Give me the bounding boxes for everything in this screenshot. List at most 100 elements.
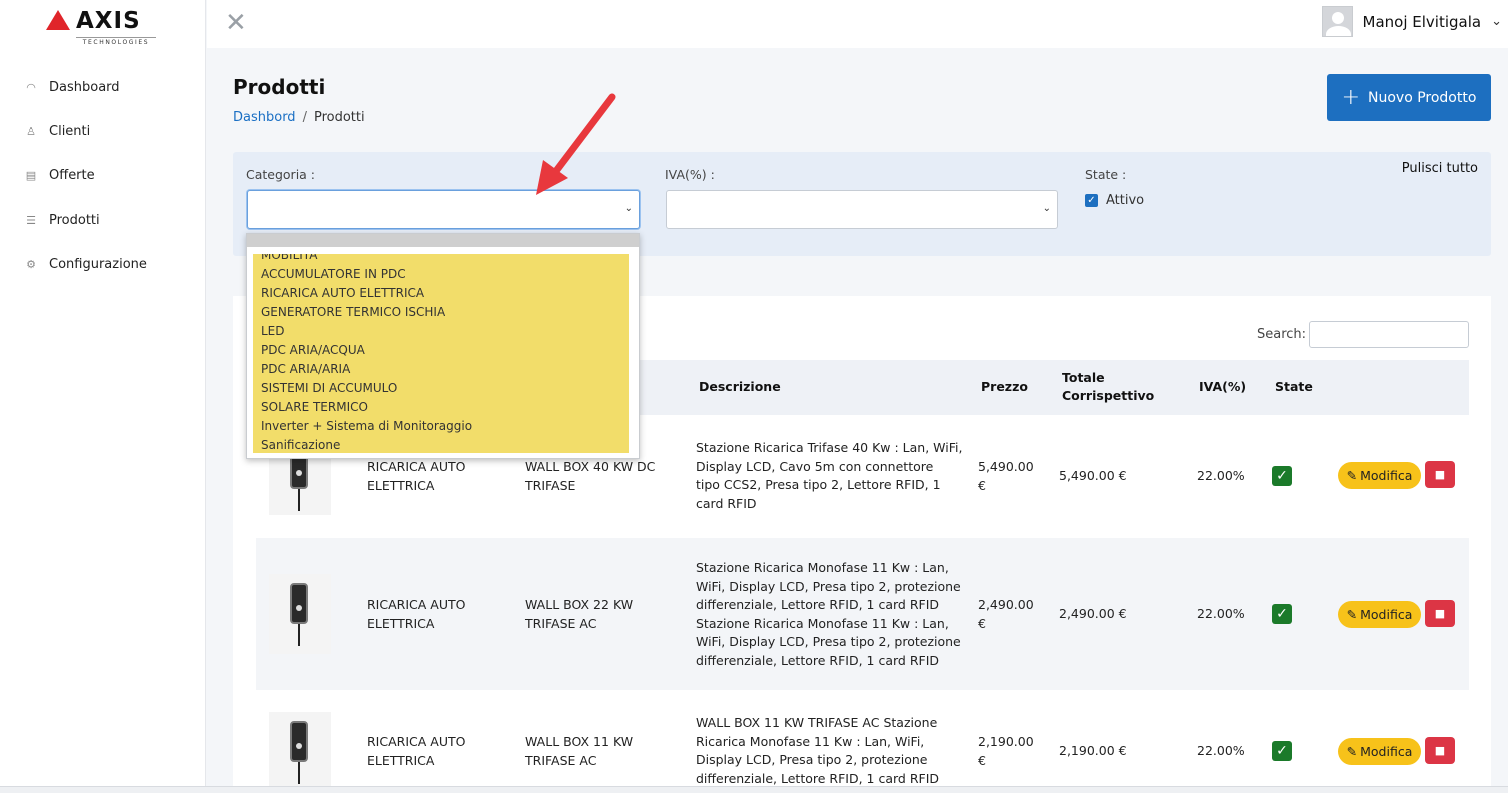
modifica-button[interactable]: ✎ Modifica — [1338, 462, 1421, 489]
product-description: WALL BOX 11 KW TRIFASE AC Stazione Ricar… — [696, 714, 939, 788]
name-line: TRIFASE AC — [525, 615, 597, 631]
breadcrumb-current: Prodotti — [313, 110, 365, 125]
description-line: Stazione Ricarica Trifase 40 Kw : Lan, W… — [696, 440, 963, 455]
header-totale-line1: Totale — [1062, 370, 1105, 385]
product-description: Stazione Ricarica Trifase 40 Kw : Lan, W… — [696, 439, 962, 513]
delete-button[interactable]: ■ — [1425, 461, 1455, 488]
product-iva: 22.00% — [1197, 468, 1245, 483]
sidebar: AXIS TECHNOLOGIES ◠ Dashboard ♙ Clienti … — [0, 0, 206, 793]
price-line: 2,190.00 — [978, 734, 1034, 749]
modifica-button[interactable]: ✎ Modifica — [1338, 601, 1421, 628]
dropdown-option[interactable]: Sanificazione — [253, 436, 629, 453]
check-icon: ✓ — [1087, 195, 1096, 206]
horizontal-scrollbar[interactable] — [0, 786, 1508, 793]
new-product-label: Nuovo Prodotto — [1368, 89, 1477, 106]
iva-label: IVA(%) : — [665, 167, 715, 182]
product-description: Stazione Ricarica Monofase 11 Kw : Lan, … — [696, 559, 961, 670]
state-label: State : — [1085, 167, 1127, 182]
clear-all-link[interactable]: Pulisci tutto — [1402, 161, 1478, 176]
description-line: WALL BOX 11 KW TRIFASE AC Stazione — [696, 715, 938, 730]
dropdown-options: MOBILITA ACCUMULATORE IN PDC RICARICA AU… — [253, 254, 629, 453]
description-line: card RFID — [696, 495, 757, 511]
dropdown-option[interactable]: GENERATORE TERMICO ISCHIA — [253, 303, 629, 322]
price-line: 2,490.00 — [978, 597, 1034, 612]
trash-icon: ■ — [1434, 607, 1446, 620]
name-line: TRIFASE AC — [525, 752, 597, 768]
dropdown-option[interactable]: SOLARE TERMICO — [253, 398, 629, 417]
modifica-button[interactable]: ✎ Modifica — [1338, 738, 1421, 765]
pencil-icon: ✎ — [1346, 468, 1358, 483]
description-line: Stazione Ricarica Monofase 11 Kw : Lan, — [696, 615, 949, 631]
sidebar-item-label: Prodotti — [49, 212, 100, 228]
dropdown-option[interactable]: SISTEMI DI ACCUMULO — [253, 379, 629, 398]
pencil-icon: ✎ — [1346, 744, 1358, 759]
category-line: ELETTRICA — [367, 752, 435, 768]
sidebar-item-clienti[interactable]: ♙ Clienti — [24, 119, 90, 143]
name-line: WALL BOX 22 KW — [525, 597, 634, 612]
name-line: WALL BOX 40 KW DC — [525, 459, 656, 474]
product-name: WALL BOX 11 KW TRIFASE AC — [525, 733, 633, 770]
category-line: ELETTRICA — [367, 615, 435, 631]
table-row: RICARICA AUTO ELETTRICA WALL BOX 22 KW T… — [256, 538, 1469, 690]
product-total: 2,490.00 € — [1059, 606, 1127, 621]
dropdown-option[interactable]: LED — [253, 322, 629, 341]
product-image — [269, 574, 331, 654]
sidebar-item-offerte[interactable]: ▤ Offerte — [24, 163, 95, 187]
description-line: Display LCD, Presa tipo 2, protezione — [696, 752, 928, 767]
dropdown-option[interactable]: ACCUMULATORE IN PDC — [253, 265, 629, 284]
description-line: differenziale, Lettore RFID, 1 card RFID — [696, 652, 940, 668]
brand-logo[interactable]: AXIS TECHNOLOGIES — [46, 8, 156, 48]
dropdown-option[interactable]: RICARICA AUTO ELETTRICA — [253, 284, 629, 303]
sidebar-item-dashboard[interactable]: ◠ Dashboard — [24, 75, 120, 99]
header-totale-line2: Corrispettivo — [1062, 388, 1155, 403]
page-title: Prodotti — [233, 75, 326, 99]
attivo-label: Attivo — [1106, 193, 1145, 208]
header-descrizione[interactable]: Descrizione — [699, 378, 781, 396]
header-state[interactable]: State — [1275, 378, 1313, 396]
category-line: ELETTRICA — [367, 477, 435, 493]
dropdown-option[interactable]: PDC ARIA/ARIA — [253, 360, 629, 379]
sidebar-item-label: Clienti — [49, 123, 91, 139]
header-totale[interactable]: Totale Corrispettivo — [1062, 369, 1154, 405]
sidebar-item-configurazione[interactable]: ⚙ Configurazione — [24, 252, 147, 276]
avatar — [1321, 6, 1353, 37]
table-row: RICARICA AUTO ELETTRICA WALL BOX 11 KW T… — [256, 691, 1469, 786]
logo-subtitle: TECHNOLOGIES — [76, 37, 156, 46]
search-label: Search: — [1257, 327, 1307, 342]
header-prezzo[interactable]: Prezzo — [981, 378, 1028, 396]
attivo-checkbox[interactable]: ✓ — [1085, 194, 1098, 207]
user-name: Manoj Elvitigala — [1362, 12, 1482, 31]
dropdown-empty-option[interactable] — [247, 234, 639, 247]
categoria-label: Categoria : — [246, 167, 316, 182]
categoria-select[interactable]: ⌄ — [247, 190, 640, 229]
dropdown-option[interactable]: Inverter + Sistema di Monitoraggio — [253, 417, 629, 436]
modifica-label: Modifica — [1360, 468, 1413, 483]
close-icon[interactable]: ✕ — [225, 8, 247, 38]
sidebar-item-prodotti[interactable]: ☰ Prodotti — [24, 208, 100, 232]
delete-button[interactable]: ■ — [1425, 737, 1455, 764]
header-iva[interactable]: IVA(%) — [1199, 378, 1246, 396]
dropdown-option[interactable]: MOBILITA — [253, 254, 629, 265]
search-input[interactable] — [1309, 321, 1469, 348]
product-category: RICARICA AUTO ELETTRICA — [367, 733, 465, 770]
dropdown-option[interactable]: PDC ARIA/ACQUA — [253, 341, 629, 360]
product-total: 5,490.00 € — [1059, 468, 1127, 483]
modifica-label: Modifica — [1360, 744, 1413, 759]
user-menu[interactable]: Manoj Elvitigala ⌄ — [1321, 6, 1502, 37]
iva-select[interactable]: ⌄ — [666, 190, 1058, 229]
description-line: Stazione Ricarica Monofase 11 Kw : Lan, — [696, 560, 949, 575]
categoria-dropdown: MOBILITA ACCUMULATORE IN PDC RICARICA AU… — [246, 233, 640, 459]
description-line: WiFi, Display LCD, Presa tipo 2, protezi… — [696, 634, 961, 649]
category-line: RICARICA AUTO — [367, 734, 466, 749]
state-check-icon: ✓ — [1272, 741, 1292, 761]
sidebar-item-label: Dashboard — [49, 79, 120, 95]
breadcrumb-link-dashboard[interactable]: Dashbord — [233, 110, 296, 125]
sidebar-item-label: Configurazione — [49, 256, 147, 272]
product-category: RICARICA AUTO ELETTRICA — [367, 596, 465, 633]
dashboard-icon: ◠ — [26, 80, 36, 94]
new-product-button[interactable]: + Nuovo Prodotto — [1327, 74, 1491, 121]
chevron-down-icon: ⌄ — [1042, 203, 1051, 214]
state-check-icon: ✓ — [1272, 466, 1292, 486]
sidebar-item-label: Offerte — [49, 167, 95, 183]
delete-button[interactable]: ■ — [1425, 600, 1455, 627]
